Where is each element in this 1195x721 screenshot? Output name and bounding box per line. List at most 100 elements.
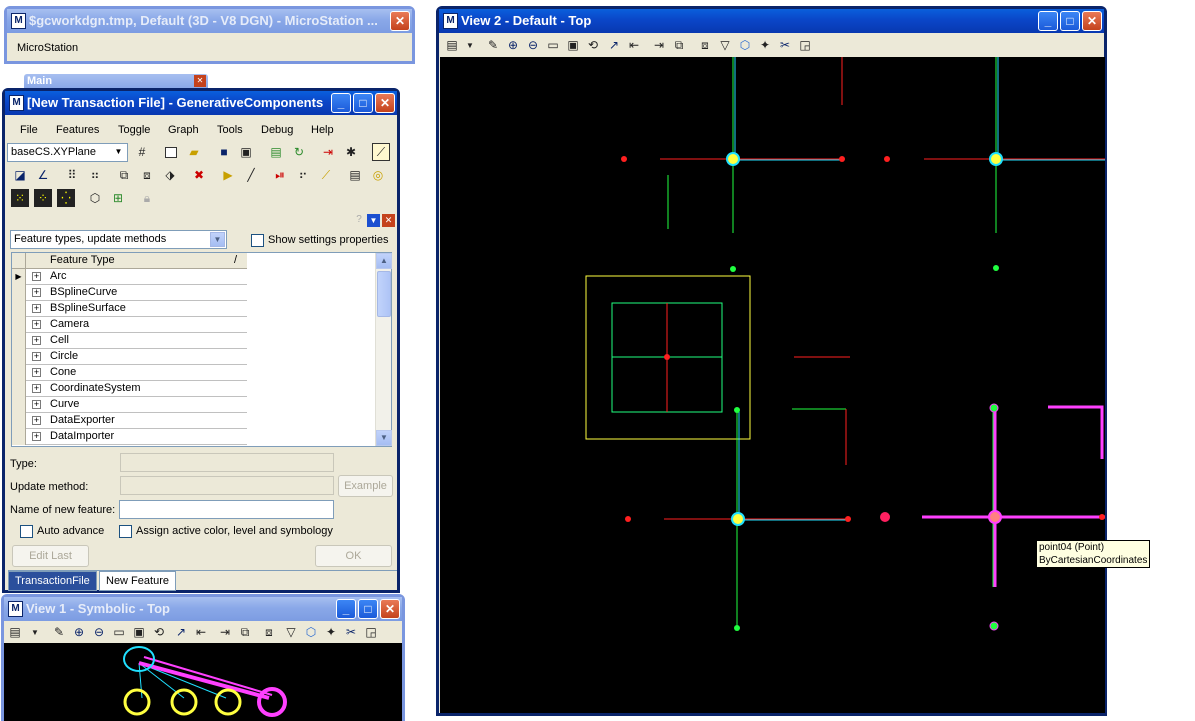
menu-features[interactable]: Features — [56, 124, 99, 136]
scroll-down-icon[interactable]: ▼ — [376, 430, 392, 446]
close-icon[interactable]: ✕ — [390, 11, 410, 31]
ok-button[interactable]: OK — [315, 545, 392, 567]
lock-icon[interactable]: 🔒︎ — [138, 189, 156, 207]
rotate-view-icon[interactable]: ⟲ — [150, 623, 168, 641]
rotate-view-icon[interactable]: ⟲ — [584, 36, 602, 54]
graph-node-point04[interactable] — [257, 687, 287, 717]
menu-file[interactable]: File — [20, 124, 38, 136]
assign-color-checkbox[interactable] — [119, 525, 132, 538]
save-icon[interactable]: ■ — [215, 143, 233, 161]
name-input[interactable] — [119, 500, 334, 519]
expand-icon[interactable]: + — [32, 432, 41, 441]
minimize-icon[interactable]: _ — [336, 599, 356, 619]
graph-tree-icon[interactable]: ⁛ — [57, 189, 75, 207]
menu-toggle[interactable]: Toggle — [118, 124, 150, 136]
main-palette[interactable]: Main ✕ — [24, 74, 208, 88]
menu-graph[interactable]: Graph — [168, 124, 199, 136]
view1-titlebar[interactable]: M View 1 - Symbolic - Top _ □ ✕ — [4, 597, 402, 621]
update-view-icon[interactable]: ✎ — [50, 623, 68, 641]
view-next-icon[interactable]: ⇥ — [650, 36, 668, 54]
tab-transaction-file[interactable]: TransactionFile — [8, 571, 97, 591]
zoom-out-icon[interactable]: ⊖ — [90, 623, 108, 641]
transform-icon[interactable]: ⬗ — [161, 166, 179, 184]
fit-view-icon[interactable]: ▣ — [130, 623, 148, 641]
axis-icon[interactable]: ∠ — [34, 166, 52, 184]
menu-debug[interactable]: Debug — [261, 124, 293, 136]
close-icon[interactable]: ✕ — [1082, 11, 1102, 31]
grid-scrollbar[interactable]: ▲ ▼ — [375, 253, 392, 446]
view-previous-icon[interactable]: ⇤ — [192, 623, 210, 641]
display-style-icon[interactable]: ✦ — [756, 36, 774, 54]
delete-feature-icon[interactable]: ✖ — [190, 166, 208, 184]
grid-header-feature-type[interactable]: Feature Type — [50, 254, 115, 266]
grid-row-circle[interactable]: + Circle — [12, 349, 247, 365]
pan-view-icon[interactable]: ↗ — [605, 36, 623, 54]
grid-row-arc[interactable]: ▶ + Arc — [12, 269, 247, 285]
grid-row-bsplinesurface[interactable]: + BSplineSurface — [12, 301, 247, 317]
open-folder-icon[interactable]: ▰ — [185, 143, 203, 161]
view-attributes-icon[interactable]: ◲ — [796, 36, 814, 54]
cycle-icon[interactable]: ◎ — [369, 166, 387, 184]
close-icon[interactable]: ✕ — [380, 599, 400, 619]
point02-marker[interactable] — [989, 152, 1003, 166]
graph-layout-icon[interactable]: ⁘ — [34, 189, 52, 207]
camera-icon[interactable]: ✂ — [776, 36, 794, 54]
main-palette-close-icon[interactable]: ✕ — [194, 75, 206, 87]
display-style-icon[interactable]: ✦ — [322, 623, 340, 641]
expand-icon[interactable]: + — [32, 416, 41, 425]
clip-mask-icon[interactable]: ▽ — [282, 623, 300, 641]
minimize-icon[interactable]: _ — [1038, 11, 1058, 31]
expand-icon[interactable]: + — [32, 400, 41, 409]
camera-icon[interactable]: ✂ — [342, 623, 360, 641]
view-groups-icon[interactable]: ▤ — [443, 36, 461, 54]
view2-canvas[interactable] — [440, 57, 1105, 713]
chevron-down-icon[interactable]: ▼ — [26, 623, 44, 641]
grid-header-sort[interactable]: / — [234, 254, 237, 266]
replicate-icon[interactable]: ⧈ — [138, 166, 156, 184]
view-previous-icon[interactable]: ⇤ — [625, 36, 643, 54]
new-file-icon[interactable] — [162, 143, 180, 161]
grid-row-dataexporter[interactable]: + DataExporter — [12, 413, 247, 429]
step-into-icon[interactable]: ⇥ — [319, 143, 337, 161]
scroll-up-icon[interactable]: ▲ — [376, 253, 392, 269]
feature-filter-dropdown[interactable]: Feature types, update methods ▼ — [10, 230, 227, 249]
point03-marker[interactable] — [731, 512, 745, 526]
expand-icon[interactable]: + — [32, 320, 41, 329]
gc-titlebar[interactable]: M [New Transaction File] - GenerativeCom… — [5, 91, 397, 115]
grid-row-dataimporter[interactable]: + DataImporter — [12, 429, 247, 445]
chevron-down-icon[interactable]: ▼ — [461, 36, 479, 54]
view-attributes-icon[interactable]: ◲ — [362, 623, 380, 641]
grid-row-cell[interactable]: + Cell — [12, 333, 247, 349]
scroll-thumb[interactable] — [377, 271, 391, 317]
copy-feature-icon[interactable]: ⧉ — [115, 166, 133, 184]
help-icon[interactable]: ? — [353, 214, 365, 226]
node-icon[interactable]: ⠖ — [294, 166, 312, 184]
update-view-icon[interactable]: ✎ — [484, 36, 502, 54]
script-icon[interactable]: ▤ — [267, 143, 285, 161]
graph-node-point01[interactable] — [123, 688, 151, 716]
expand-icon[interactable]: + — [32, 272, 41, 281]
pick-tool-icon[interactable]: ⟋ — [372, 143, 390, 161]
copy-view-icon[interactable]: ⧉ — [236, 623, 254, 641]
refresh-icon[interactable]: ↻ — [290, 143, 308, 161]
expand-icon[interactable]: + — [32, 352, 41, 361]
coordinate-system-dropdown[interactable]: baseCS.XYPlane ▼ — [7, 143, 128, 162]
graph-icon[interactable]: ⁙ — [11, 189, 29, 207]
view-next-icon[interactable]: ⇥ — [216, 623, 234, 641]
play-icon[interactable]: ▶ — [219, 166, 237, 184]
solid-icon[interactable]: ⬡ — [86, 189, 104, 207]
menu-help[interactable]: Help — [311, 124, 334, 136]
zoom-in-icon[interactable]: ⊕ — [70, 623, 88, 641]
copy-view-icon[interactable]: ⧉ — [670, 36, 688, 54]
window-area-icon[interactable]: ▭ — [544, 36, 562, 54]
grid-row-camera[interactable]: + Camera — [12, 317, 247, 333]
view2-titlebar[interactable]: M View 2 - Default - Top _ □ ✕ — [439, 9, 1104, 33]
clip-volume-icon[interactable]: ⧈ — [696, 36, 714, 54]
component-icon[interactable]: ⊞ — [109, 189, 127, 207]
render-icon[interactable]: ⬡ — [736, 36, 754, 54]
expand-icon[interactable]: + — [32, 384, 41, 393]
measure-icon[interactable]: ⟋ — [317, 166, 335, 184]
grid-row-cone[interactable]: + Cone — [12, 365, 247, 381]
window-area-icon[interactable]: ▭ — [110, 623, 128, 641]
graph-node-point02[interactable] — [170, 688, 198, 716]
